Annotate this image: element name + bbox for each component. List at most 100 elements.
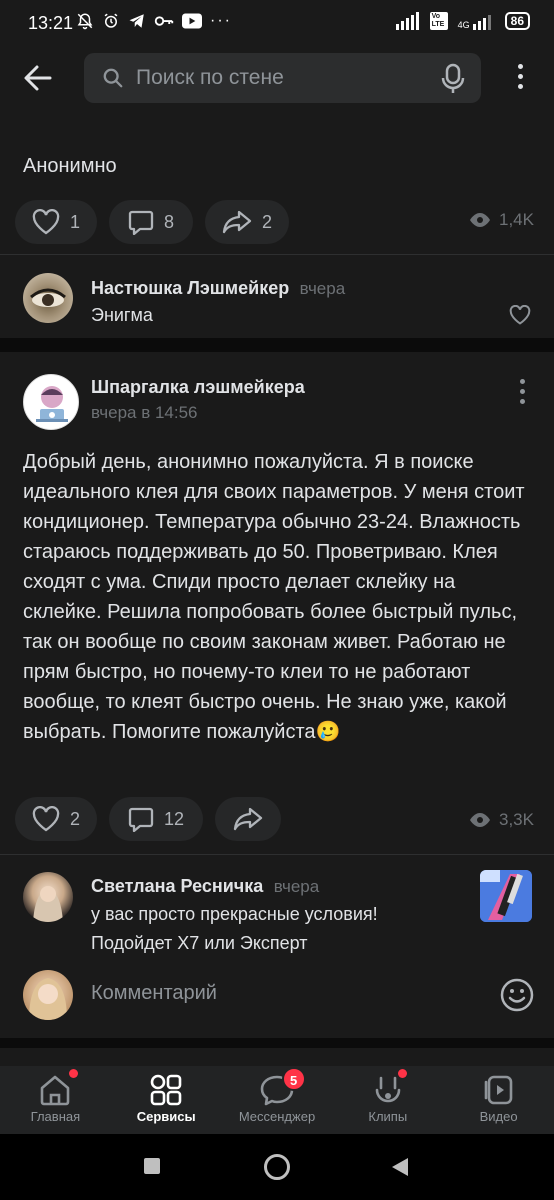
- next-post-card: [0, 1048, 554, 1068]
- comment-count: 8: [163, 211, 174, 232]
- post-card-2: Шпаргалка лэшмейкера вчера в 14:56 Добры…: [0, 352, 554, 1038]
- signal-icon: [395, 12, 419, 30]
- divider: [0, 854, 554, 855]
- status-bar: 13:21 ··· Vo LTE 4G 86: [0, 0, 554, 46]
- nav-item-video[interactable]: Видео: [443, 1066, 554, 1134]
- alarm-icon: [104, 13, 118, 28]
- dot-icon: [519, 379, 525, 384]
- like-count: 1: [69, 211, 80, 232]
- search-input[interactable]: Поиск по стене: [136, 66, 284, 90]
- avatar[interactable]: [23, 273, 73, 323]
- comment-button[interactable]: 12: [109, 797, 203, 841]
- back-triangle-icon[interactable]: [391, 1157, 409, 1177]
- network-type: 4G: [457, 20, 470, 30]
- nav-item-services[interactable]: Сервисы: [111, 1066, 222, 1134]
- system-navigation: [0, 1134, 554, 1200]
- comment-text: Энигма: [91, 305, 153, 325]
- divider: [0, 254, 554, 255]
- mute-icon: [77, 13, 93, 30]
- lash-photo-icon: [480, 870, 532, 922]
- post-time: вчера в 14:56: [91, 403, 198, 422]
- comment-icon: [128, 210, 154, 235]
- network-indicator: 4G: [458, 12, 495, 30]
- youtube-icon: [182, 13, 202, 29]
- signal2-icon: [472, 15, 491, 30]
- nav-item-clips[interactable]: Клипы: [332, 1066, 443, 1134]
- dot-icon: [519, 389, 525, 394]
- nav-label: Сервисы: [136, 1109, 196, 1124]
- dot-icon: [517, 84, 523, 89]
- post-text: Анонимно: [23, 155, 117, 177]
- nav-label: Главная: [30, 1109, 81, 1124]
- comment-attachment-thumbnail[interactable]: [480, 870, 532, 922]
- comment-like-icon[interactable]: [509, 305, 531, 325]
- comment-text-line-1: у вас просто прекрасные условия!: [91, 904, 378, 924]
- comment-author[interactable]: Настюшка Лэшмейкер: [91, 278, 289, 298]
- share-count: 2: [261, 211, 272, 232]
- more-notifications-icon: ···: [210, 12, 232, 29]
- search-icon: [103, 68, 123, 88]
- comment-header: Светлана Ресничка вчера: [91, 876, 319, 897]
- eye-icon: [470, 813, 490, 827]
- like-button[interactable]: 1: [15, 200, 97, 244]
- views-counter: 1,4K: [469, 210, 534, 230]
- home-notification-dot: [69, 1069, 78, 1078]
- nav-label: Мессенджер: [238, 1109, 316, 1124]
- clips-icon: [375, 1076, 401, 1103]
- nav-label: Видео: [479, 1109, 518, 1124]
- status-right: Vo LTE 4G 86: [395, 12, 530, 30]
- views-count: 1,4K: [499, 210, 534, 229]
- user-photo-icon: [29, 978, 67, 1020]
- home-icon: [41, 1075, 70, 1106]
- comment-time: вчера: [273, 877, 320, 896]
- like-count: 2: [69, 808, 80, 829]
- comment-header: Настюшка Лэшмейкер вчера: [91, 278, 345, 299]
- person-photo-icon: [33, 886, 63, 922]
- comment-text-line-2: Подойдет Х7 или Эксперт: [91, 933, 308, 953]
- nav-label: Клипы: [368, 1109, 408, 1124]
- home-button[interactable]: [264, 1154, 290, 1180]
- header-menu-button[interactable]: [510, 64, 530, 94]
- avatar[interactable]: [23, 872, 73, 922]
- back-button[interactable]: [22, 62, 58, 94]
- eye-photo-icon: [30, 288, 66, 307]
- share-button[interactable]: 2: [205, 200, 289, 244]
- dot-icon: [517, 64, 523, 69]
- telegram-icon: [129, 14, 144, 28]
- views-counter: 3,3K: [469, 810, 534, 830]
- lashmaker-logo-icon: [36, 386, 68, 422]
- battery-indicator: 86: [504, 12, 530, 30]
- header: Поиск по стене: [0, 46, 554, 112]
- post-menu-button[interactable]: [512, 379, 532, 409]
- recent-apps-button[interactable]: [144, 1158, 160, 1174]
- heart-icon: [32, 209, 60, 235]
- views-count: 3,3K: [499, 810, 534, 829]
- clips-notification-dot: [398, 1069, 408, 1078]
- post-card-1: Анонимно 1 8 2 1,4K Настюшка Лэшмейкер в…: [0, 112, 554, 338]
- comment-author[interactable]: Светлана Ресничка: [91, 876, 263, 896]
- dot-icon: [519, 399, 525, 404]
- comment-count: 12: [163, 808, 185, 829]
- comment-button[interactable]: 8: [109, 200, 193, 244]
- share-icon: [222, 210, 252, 234]
- microphone-icon[interactable]: [441, 63, 465, 95]
- search-field[interactable]: Поиск по стене: [84, 53, 481, 103]
- share-icon: [233, 807, 263, 831]
- comment-icon: [128, 807, 154, 832]
- dot-icon: [517, 74, 523, 79]
- like-button[interactable]: 2: [15, 797, 97, 841]
- emoji-icon[interactable]: [500, 978, 534, 1012]
- nav-item-messenger[interactable]: 5 Мессенджер: [222, 1066, 333, 1134]
- group-avatar[interactable]: [23, 374, 79, 430]
- bottom-navigation: Главная Сервисы 5 Мессенджер Клипы Видео: [0, 1066, 554, 1134]
- share-button[interactable]: [215, 797, 281, 841]
- status-icons: ···: [76, 12, 232, 30]
- nav-item-home[interactable]: Главная: [0, 1066, 111, 1134]
- post-text: Добрый день, анонимно пожалуйста. Я в по…: [23, 451, 525, 743]
- my-avatar[interactable]: [23, 970, 73, 1020]
- comment-input[interactable]: Комментарий: [91, 982, 217, 1005]
- comment-time: вчера: [299, 279, 346, 298]
- messenger-badge: 5: [281, 1067, 306, 1091]
- group-name[interactable]: Шпаргалка лэшмейкера: [91, 377, 305, 398]
- eye-icon: [470, 213, 490, 227]
